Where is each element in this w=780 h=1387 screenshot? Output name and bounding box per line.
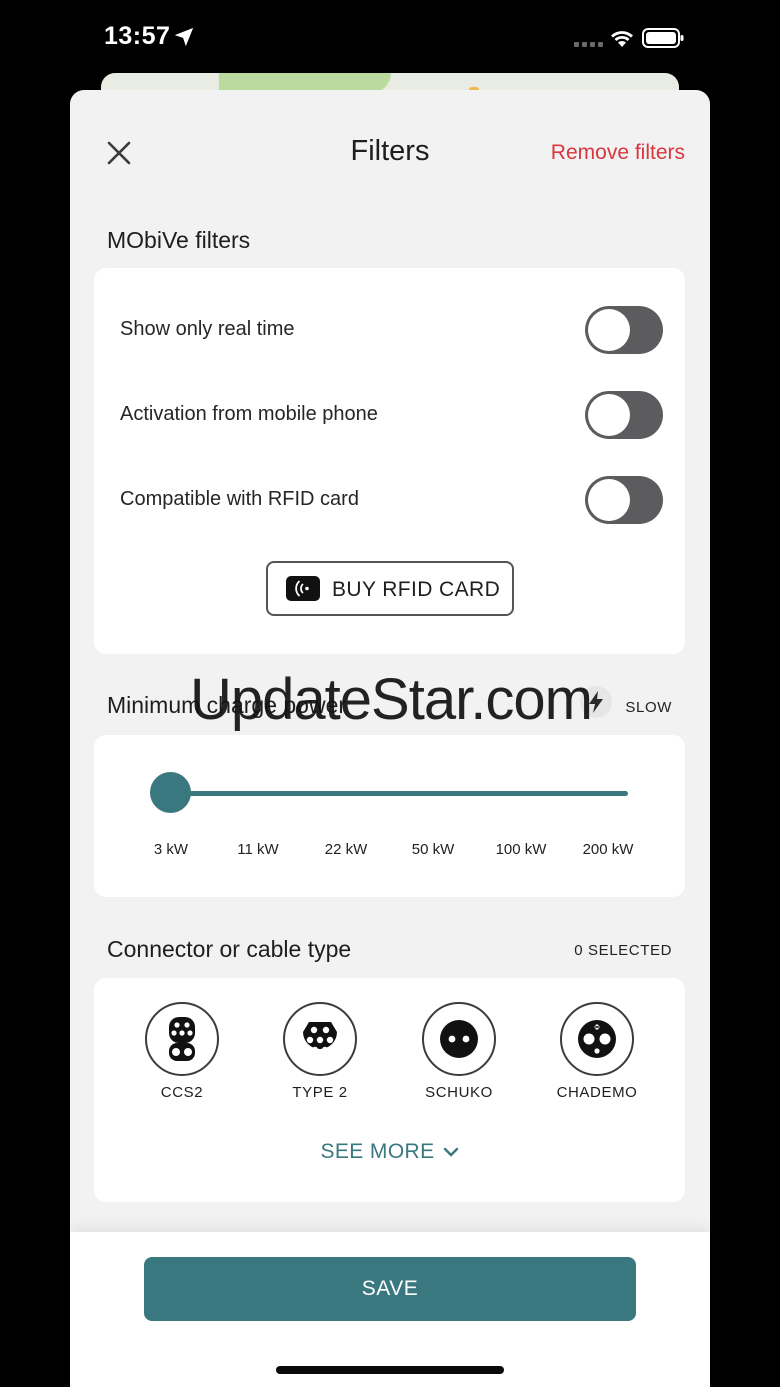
rfid-compatible-toggle[interactable] (585, 476, 663, 524)
chevron-down-icon (443, 1148, 458, 1158)
remove-filters-button[interactable]: Remove filters (551, 141, 685, 165)
nfc-card-icon (286, 576, 320, 601)
toggle-knob (588, 479, 630, 521)
power-slider-card: 3 kW 11 kW 22 kW 50 kW 100 kW 200 kW (94, 735, 685, 897)
status-time: 13:57 (104, 22, 171, 50)
connector-icon-ring (283, 1002, 357, 1076)
toggle-row-mobile-activation: Activation from mobile phone (94, 385, 685, 445)
connector-icon-ring (422, 1002, 496, 1076)
type2-connector-icon (303, 1022, 337, 1054)
toggle-row-rfid: Compatible with RFID card (94, 470, 685, 530)
power-tick: 50 kW (411, 841, 455, 858)
power-slider-track[interactable] (172, 791, 628, 796)
connector-label: SCHUKO (425, 1084, 493, 1101)
power-tick: 11 kW (237, 841, 279, 858)
connector-icon-ring (560, 1002, 634, 1076)
location-arrow-icon (174, 27, 194, 47)
cellular-signal-icon (574, 42, 603, 47)
toggle-label: Activation from mobile phone (120, 403, 378, 425)
toggle-knob (588, 394, 630, 436)
power-slider-thumb[interactable] (150, 772, 191, 813)
connector-label: TYPE 2 (292, 1084, 348, 1101)
sheet-footer: SAVE (70, 1232, 710, 1387)
home-indicator (276, 1366, 504, 1374)
connector-icon-ring (145, 1002, 219, 1076)
connector-ccs2[interactable]: CCS2 (127, 1002, 237, 1112)
toggle-knob (588, 309, 630, 351)
battery-icon (642, 28, 684, 48)
ccs2-connector-icon (169, 1017, 195, 1061)
power-tick: 100 kW (495, 841, 547, 858)
chademo-connector-icon (578, 1020, 616, 1058)
filters-sheet: Filters Remove filters MObiVe filters Sh… (70, 90, 710, 1387)
connector-selected-count: 0 SELECTED (574, 942, 672, 959)
mobile-activation-toggle[interactable] (585, 391, 663, 439)
toggle-label: Compatible with RFID card (120, 488, 359, 510)
connector-type2[interactable]: TYPE 2 (265, 1002, 375, 1112)
see-more-label: SEE MORE (320, 1140, 435, 1163)
connector-schuko[interactable]: SCHUKO (404, 1002, 514, 1112)
mobive-section-title: MObiVe filters (107, 227, 251, 253)
status-bar: 13:57 (0, 0, 780, 78)
connector-section-title: Connector or cable type (107, 936, 352, 962)
power-tick: 200 kW (582, 841, 634, 858)
save-button[interactable]: SAVE (144, 1257, 636, 1321)
toggle-label: Show only real time (120, 318, 295, 340)
buy-rfid-card-label: BUY RFID CARD (332, 578, 501, 601)
connector-label: CCS2 (160, 1084, 204, 1101)
connector-label: CHADEMO (556, 1084, 638, 1101)
see-more-button[interactable]: SEE MORE (94, 1140, 685, 1164)
power-tick: 22 kW (324, 841, 368, 858)
connector-chademo[interactable]: CHADEMO (542, 1002, 652, 1112)
toggle-row-real-time: Show only real time (94, 300, 685, 360)
watermark-text: UpdateStar.com (190, 667, 593, 732)
buy-rfid-card-button[interactable]: BUY RFID CARD (266, 561, 514, 616)
real-time-toggle[interactable] (585, 306, 663, 354)
power-tick: 3 kW (153, 841, 189, 858)
wifi-icon (611, 31, 633, 47)
sheet-header: Filters Remove filters (70, 90, 710, 210)
power-speed-label: SLOW (625, 699, 672, 716)
mobive-filters-card: Show only real time Activation from mobi… (94, 268, 685, 654)
connector-card: CCS2 TYPE 2 SCHUKO CHADEMO SEE MORE (94, 978, 685, 1202)
schuko-connector-icon (440, 1020, 478, 1058)
